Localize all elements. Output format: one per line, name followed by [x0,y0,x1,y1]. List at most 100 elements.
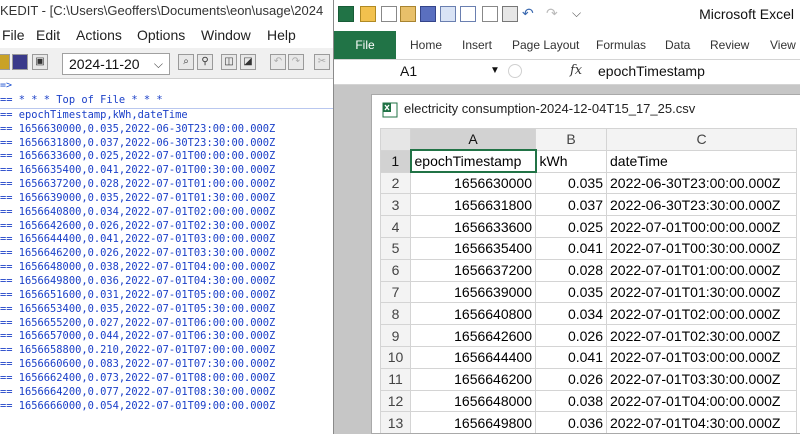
editor-line[interactable]: == 1656648000,0.038,2022-07-01T04:00:00.… [0,261,335,275]
row-header[interactable]: 5 [380,236,411,260]
editor-line[interactable]: == 1656642600,0.026,2022-07-01T02:30:00.… [0,220,335,234]
cell-a[interactable]: 1656644400 [410,345,536,369]
cell-b[interactable]: 0.038 [535,389,607,413]
editor-line[interactable]: == 1656637200,0.028,2022-07-01T01:00:00.… [0,178,335,192]
cell-a[interactable]: 1656649800 [410,411,536,433]
command-line[interactable]: => [0,79,335,93]
cell-c[interactable]: 2022-06-30T23:00:00.000Z [606,171,797,195]
editor-line[interactable]: == 1656655200,0.027,2022-07-01T06:00:00.… [0,317,335,331]
editor-line[interactable]: == 1656646200,0.026,2022-07-01T03:30:00.… [0,247,335,261]
save-icon[interactable] [420,6,436,22]
tab-insert[interactable]: Insert [462,38,492,52]
cell-a[interactable]: 1656631800 [410,193,536,217]
cell-c[interactable]: 2022-07-01T03:30:00.000Z [606,367,797,391]
editor-line[interactable]: == 1656666000,0.054,2022-07-01T09:00:00.… [0,400,335,414]
table-icon[interactable] [440,6,456,22]
cell-c[interactable]: 2022-07-01T02:30:00.000Z [606,324,797,347]
editor-line[interactable]: == 1656630000,0.035,2022-06-30T23:00:00.… [0,123,335,137]
editor-line[interactable]: == 1656631800,0.037,2022-06-30T23:30:00.… [0,137,335,151]
spreadsheet-grid[interactable]: A B C 1 epochTimestamp kWh dateTime 2 1656630… [380,128,797,433]
row-header[interactable]: 3 [380,193,411,217]
customize-qat-icon[interactable]: ⌵ [572,6,588,22]
cell-c[interactable]: 2022-07-01T01:00:00.000Z [606,258,797,282]
formula-input[interactable]: epochTimestamp [598,61,705,81]
open-icon[interactable] [400,6,416,22]
cell-b[interactable]: 0.034 [535,302,607,326]
cell-b[interactable]: 0.037 [535,193,607,217]
cell-c[interactable]: 2022-07-01T03:00:00.000Z [606,345,797,369]
cell-a[interactable]: 1656633600 [410,215,536,238]
row-header[interactable]: 4 [380,215,411,238]
cell-c[interactable]: 2022-07-01T01:30:00.000Z [606,280,797,304]
editor-line[interactable]: == 1656635400,0.041,2022-07-01T00:30:00.… [0,164,335,178]
date-select[interactable]: 2024-11-20 ⌵ [62,53,170,75]
cell-c[interactable]: 2022-07-01T02:00:00.000Z [606,302,797,326]
cell-b[interactable]: 0.035 [535,171,607,195]
row-header[interactable]: 12 [380,389,411,413]
print-preview-icon[interactable] [482,6,498,22]
editor-line[interactable]: == 1656662400,0.073,2022-07-01T08:00:00.… [0,372,335,386]
cell-b[interactable]: 0.026 [535,367,607,391]
cell-a[interactable]: 1656642600 [410,324,536,347]
cell-b[interactable]: 0.035 [535,280,607,304]
active-cell[interactable]: epochTimestamp [409,149,537,174]
cell-a[interactable]: 1656646200 [410,367,536,391]
row-header[interactable]: 1 [380,149,412,173]
cell-c[interactable]: dateTime [606,149,797,173]
column-header-b[interactable]: B [535,128,607,151]
save-icon[interactable] [12,54,28,70]
undo-icon[interactable]: ↶ [522,6,538,22]
editor-line[interactable]: == 1656664200,0.077,2022-07-01T08:30:00.… [0,386,335,400]
cell-b[interactable]: 0.036 [535,411,607,433]
compare-icon[interactable]: ◫ [221,54,237,70]
row-header[interactable]: 8 [380,302,411,326]
menu-actions[interactable]: Actions [76,27,122,43]
menu-options[interactable]: Options [137,27,185,43]
row-header[interactable]: 6 [380,258,411,282]
cell-a[interactable]: 1656640800 [410,302,536,326]
cell-b[interactable]: 0.025 [535,215,607,238]
editor-line[interactable]: == 1656653400,0.035,2022-07-01T05:30:00.… [0,303,335,317]
editor-line[interactable]: == 1656660600,0.083,2022-07-01T07:30:00.… [0,358,335,372]
editor-line[interactable]: == 1656658800,0.210,2022-07-01T07:00:00.… [0,344,335,358]
editor-text-area[interactable]: == * * * Top of File * * * == epochTimest… [0,94,335,413]
menu-file[interactable]: File [2,27,25,43]
column-header-a[interactable]: A [410,128,536,152]
editor-line[interactable]: == 1656633600,0.025,2022-07-01T00:00:00.… [0,150,335,164]
editor-line[interactable]: == 1656639000,0.035,2022-07-01T01:30:00.… [0,192,335,206]
menu-window[interactable]: Window [201,27,251,43]
sort-icon[interactable]: ◪ [240,54,256,70]
row-header[interactable]: 7 [380,280,411,304]
cell-b[interactable]: kWh [535,149,607,173]
top-of-file-marker[interactable]: == * * * Top of File * * * [0,94,335,108]
search-icon[interactable]: ⚲ [197,54,213,70]
redo-icon[interactable]: ↷ [288,54,304,70]
row-header[interactable]: 11 [380,367,411,391]
editor-line[interactable]: == 1656651600,0.031,2022-07-01T05:00:00.… [0,289,335,303]
tab-home[interactable]: Home [410,38,442,52]
cut-icon[interactable]: ✂ [314,54,330,70]
print-icon[interactable]: ▣ [32,54,48,70]
cell-b[interactable]: 0.041 [535,345,607,369]
redo-icon[interactable]: ↷ [546,6,562,22]
row-header[interactable]: 13 [380,411,411,433]
cell-c[interactable]: 2022-07-01T04:00:00.000Z [606,389,797,413]
tab-formulas[interactable]: Formulas [596,38,646,52]
cell-a[interactable]: 1656648000 [410,389,536,413]
folder-icon[interactable] [360,6,376,22]
insert-function-icon[interactable]: fx [570,61,582,81]
select-all-corner[interactable] [380,128,411,151]
find-icon[interactable]: ⌕ [178,54,194,70]
cell-a[interactable]: 1656639000 [410,280,536,304]
cell-c[interactable]: 2022-06-30T23:30:00.000Z [606,193,797,217]
editor-line[interactable]: == 1656657000,0.044,2022-07-01T06:30:00.… [0,330,335,344]
cell-c[interactable]: 2022-07-01T04:30:00.000Z [606,411,797,433]
cell-a[interactable]: 1656630000 [410,171,536,195]
open-folder-icon[interactable] [0,54,10,70]
tab-file[interactable]: File [334,31,396,59]
row-header[interactable]: 9 [380,324,411,347]
tab-data[interactable]: Data [665,38,690,52]
menu-edit[interactable]: Edit [36,27,60,43]
cell-a[interactable]: 1656637200 [410,258,536,282]
cell-c[interactable]: 2022-07-01T00:00:00.000Z [606,215,797,238]
